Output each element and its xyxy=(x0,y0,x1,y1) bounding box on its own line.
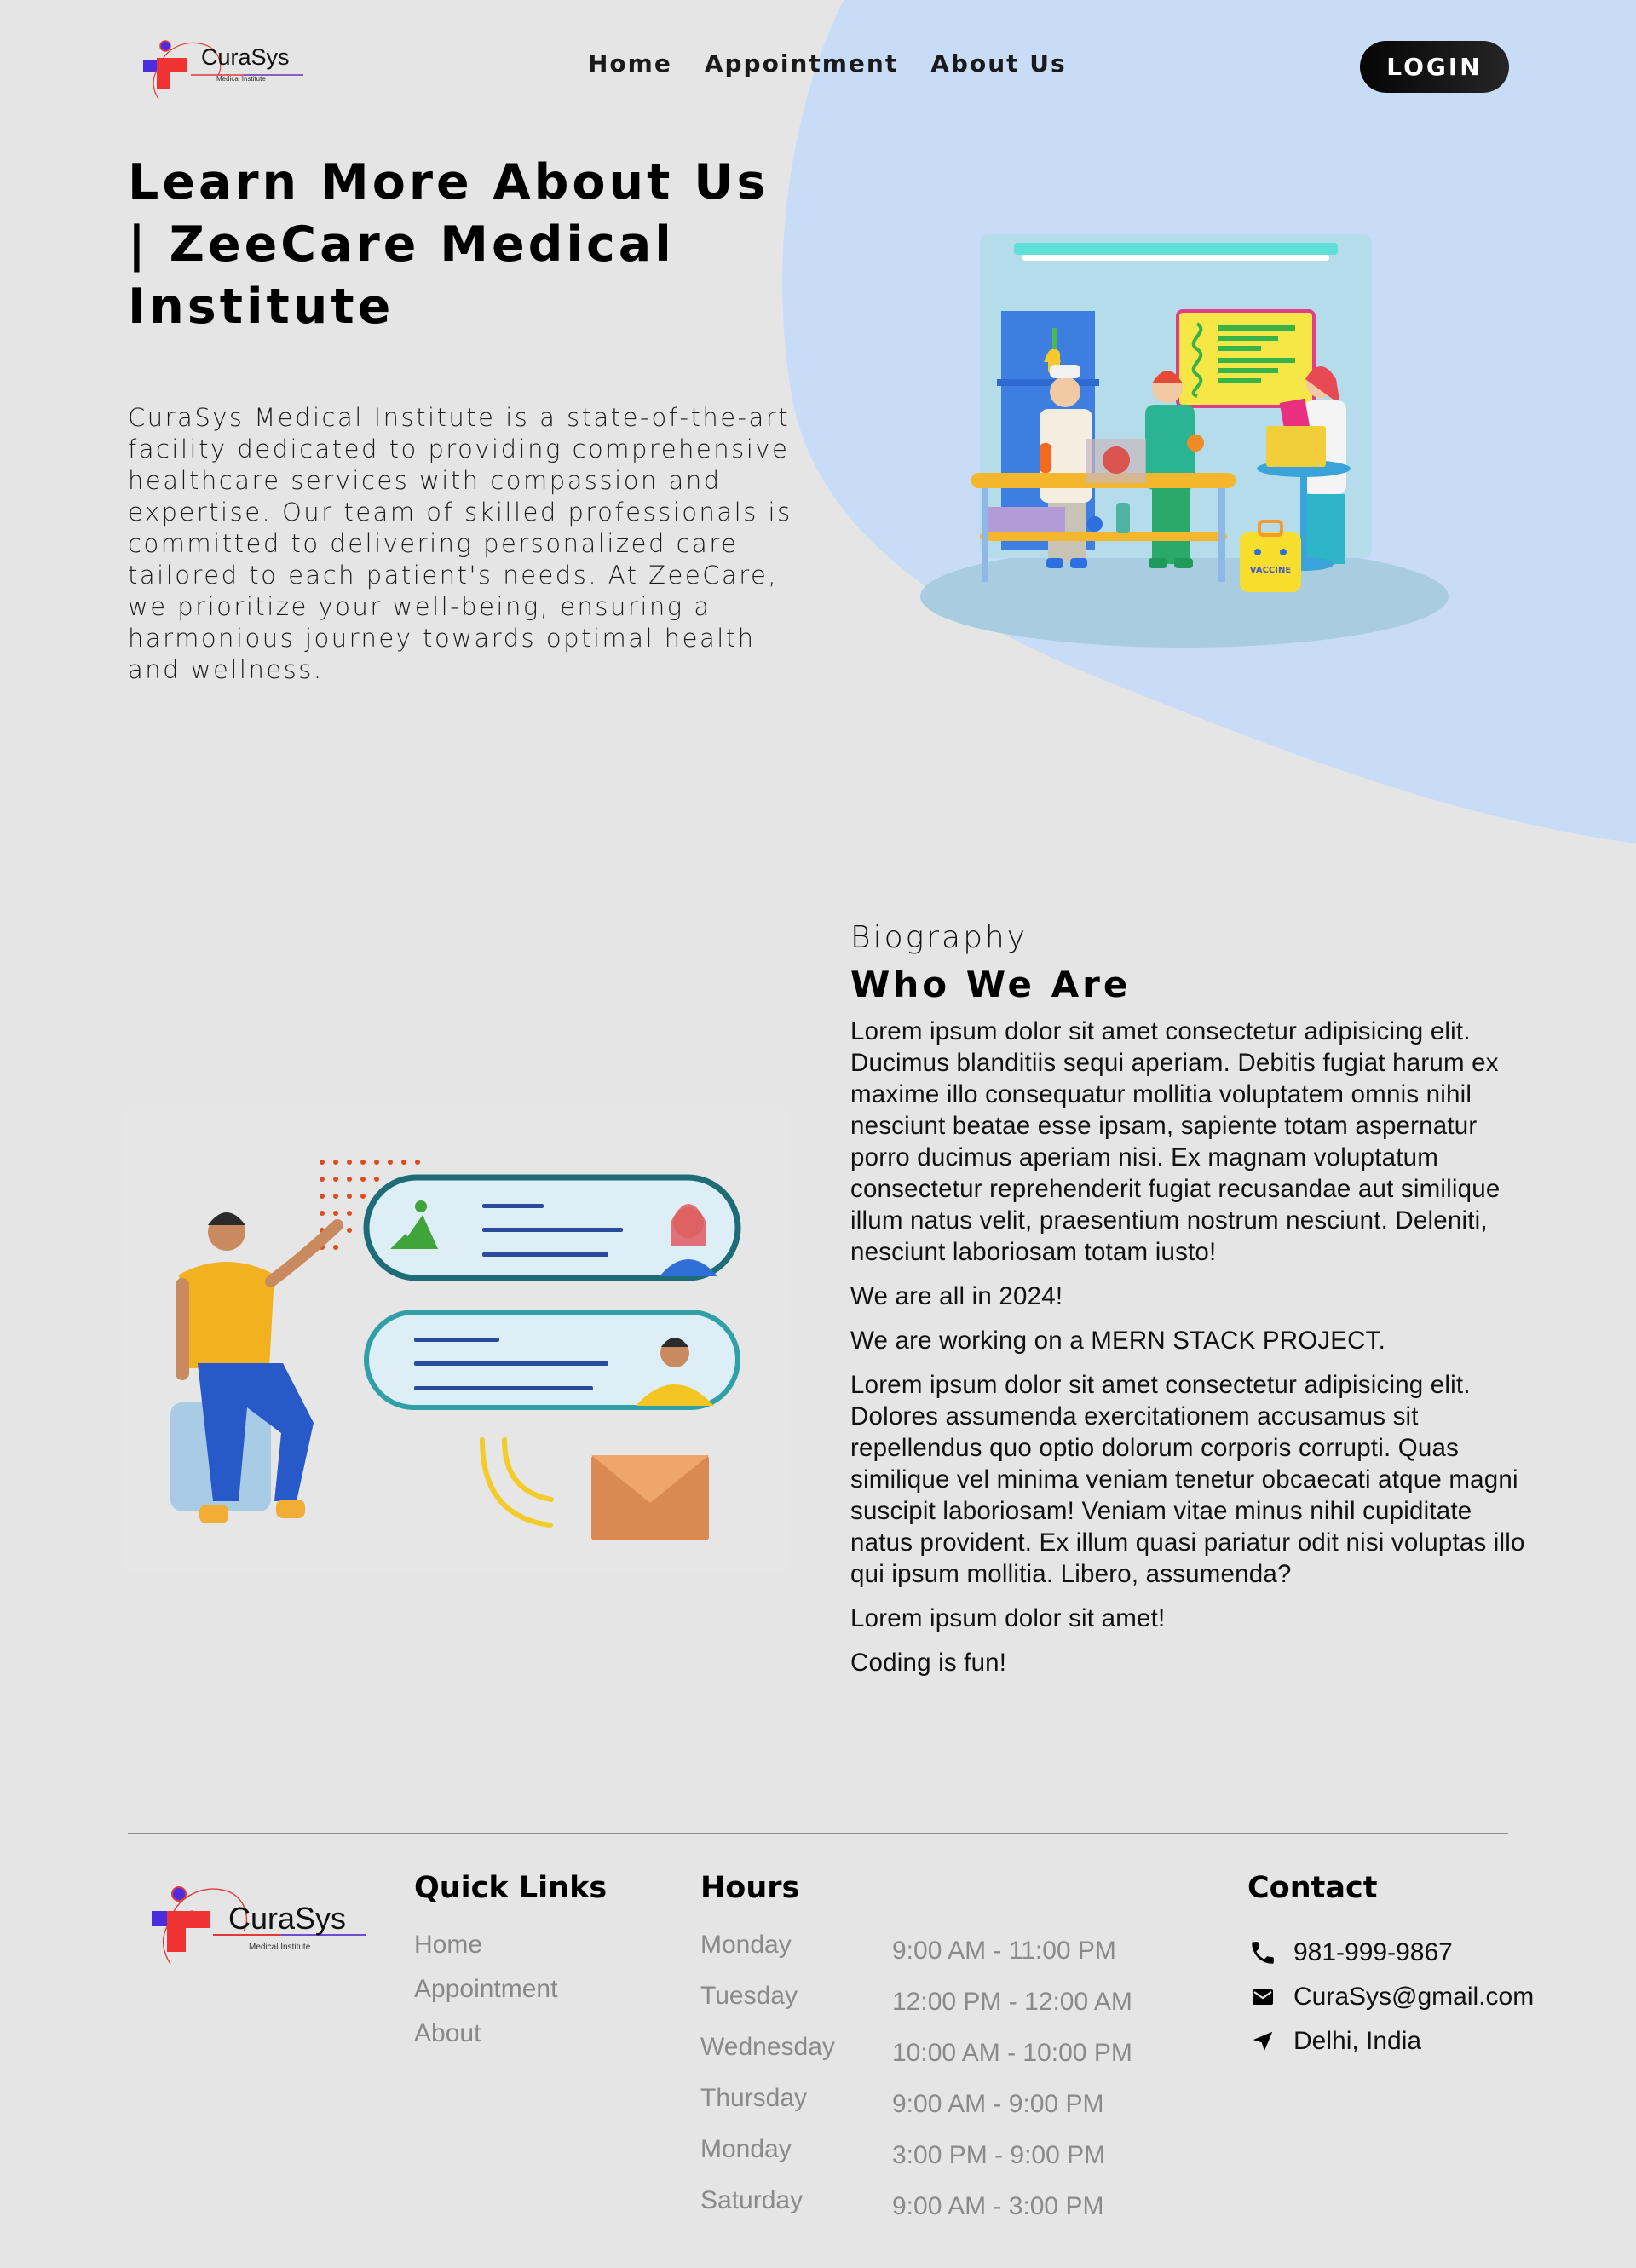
lab-illustration-icon: VACCINE xyxy=(920,234,1449,648)
hours-day: Monday xyxy=(700,2135,792,2163)
contact-heading: Contact xyxy=(1247,1871,1378,1905)
location-arrow-icon xyxy=(1247,2026,1278,2057)
phone-icon xyxy=(1247,1937,1278,1968)
footer-link-home[interactable]: Home xyxy=(414,1931,607,1960)
footer-quick-links: Quick Links Home Appointment About xyxy=(414,1871,607,2064)
hours-time: 9:00 AM - 9:00 PM xyxy=(892,2090,1104,2118)
hours-day: Tuesday xyxy=(700,1982,798,2010)
bio-illustration xyxy=(124,1106,789,1573)
hours-heading: Hours xyxy=(700,1871,800,1905)
footer-contact: Contact 981-999-9867 CuraSys@gmail.com D… xyxy=(1247,1871,1636,2064)
contact-location-text: Delhi, India xyxy=(1293,2027,1422,2055)
footer-brand-name: CuraSys xyxy=(228,1901,347,1936)
nav-link-about-us[interactable]: About Us xyxy=(930,49,1066,78)
contact-phone-text: 981-999-9867 xyxy=(1293,1938,1453,1966)
nav-link-appointment[interactable]: Appointment xyxy=(705,49,898,78)
hours-day: Monday xyxy=(700,1931,792,1959)
hero-illustration: VACCINE xyxy=(903,213,1466,673)
footer-hours: Hours Monday 9:00 AM - 11:00 PM Tuesday … xyxy=(700,1871,1132,2237)
hours-row: Tuesday 12:00 PM - 12:00 AM xyxy=(700,1982,1132,2033)
footer-brand-tagline: Medical Institute xyxy=(249,1943,311,1952)
footer-link-appointment[interactable]: Appointment xyxy=(414,1975,607,2004)
hours-day: Wednesday xyxy=(700,2033,835,2061)
contact-email-text: CuraSys@gmail.com xyxy=(1293,1983,1535,2011)
hours-time: 9:00 AM - 11:00 PM xyxy=(892,1937,1116,1965)
footer-brand-logo[interactable]: CuraSys Medical Institute xyxy=(145,1879,375,1977)
brand-logo[interactable]: CuraSys Medical Institute xyxy=(141,34,305,102)
hours-time: 3:00 PM - 9:00 PM xyxy=(892,2141,1106,2169)
hours-time: 9:00 AM - 3:00 PM xyxy=(892,2192,1104,2220)
hours-time: 10:00 AM - 10:00 PM xyxy=(892,2039,1132,2067)
bio-paragraph: We are working on a MERN STACK PROJECT. xyxy=(850,1327,1386,1355)
bio-section: Biography Who We Are Lorem ipsum dolor s… xyxy=(850,920,1532,1691)
hours-time: 12:00 PM - 12:00 AM xyxy=(892,1988,1132,2016)
mail-icon xyxy=(1247,1982,1278,2012)
hours-row: Monday 3:00 PM - 9:00 PM xyxy=(700,2135,1132,2186)
footer-link-about[interactable]: About xyxy=(414,2019,607,2048)
navbar: CuraSys Medical Institute Home Appointme… xyxy=(0,0,1636,132)
hero-title: Learn More About Us | ZeeCare Medical In… xyxy=(128,154,769,335)
bio-paragraph: Lorem ipsum dolor sit amet consectetur a… xyxy=(850,1017,1501,1266)
hours-day: Saturday xyxy=(700,2186,804,2214)
brand-tagline: Medical Institute xyxy=(216,75,266,83)
brand-name: CuraSys xyxy=(201,44,290,70)
hours-day: Thursday xyxy=(700,2084,808,2112)
bio-paragraph: Coding is fun! xyxy=(850,1649,1007,1677)
bio-title: Who We Are xyxy=(850,964,1132,1005)
nav-link-home[interactable]: Home xyxy=(588,49,672,78)
presentation-illustration-icon xyxy=(170,1160,741,1540)
hours-row: Thursday 9:00 AM - 9:00 PM xyxy=(700,2084,1132,2135)
contact-phone[interactable]: 981-999-9867 xyxy=(1247,1931,1636,1975)
bio-subtitle: Biography xyxy=(850,920,1028,955)
hours-row: Wednesday 10:00 AM - 10:00 PM xyxy=(700,2033,1132,2084)
hero-description: CuraSys Medical Institute is a state-of-… xyxy=(128,403,792,684)
bio-paragraph: Lorem ipsum dolor sit amet! xyxy=(850,1604,1166,1632)
hours-row: Monday 9:00 AM - 11:00 PM xyxy=(700,1931,1132,1982)
login-button[interactable]: LOGIN xyxy=(1360,41,1509,93)
quick-links-heading: Quick Links xyxy=(414,1871,608,1905)
footer-divider xyxy=(128,1833,1508,1834)
bio-paragraph: Lorem ipsum dolor sit amet consectetur a… xyxy=(850,1371,1525,1588)
contact-location[interactable]: Delhi, India xyxy=(1247,2019,1636,2064)
bio-paragraph: We are all in 2024! xyxy=(850,1282,1063,1310)
nav-links: Home Appointment About Us xyxy=(588,49,1067,78)
vaccine-label: VACCINE xyxy=(1250,566,1292,575)
contact-email[interactable]: CuraSys@gmail.com xyxy=(1247,1975,1636,2019)
hours-row: Saturday 9:00 AM - 3:00 PM xyxy=(700,2186,1132,2237)
